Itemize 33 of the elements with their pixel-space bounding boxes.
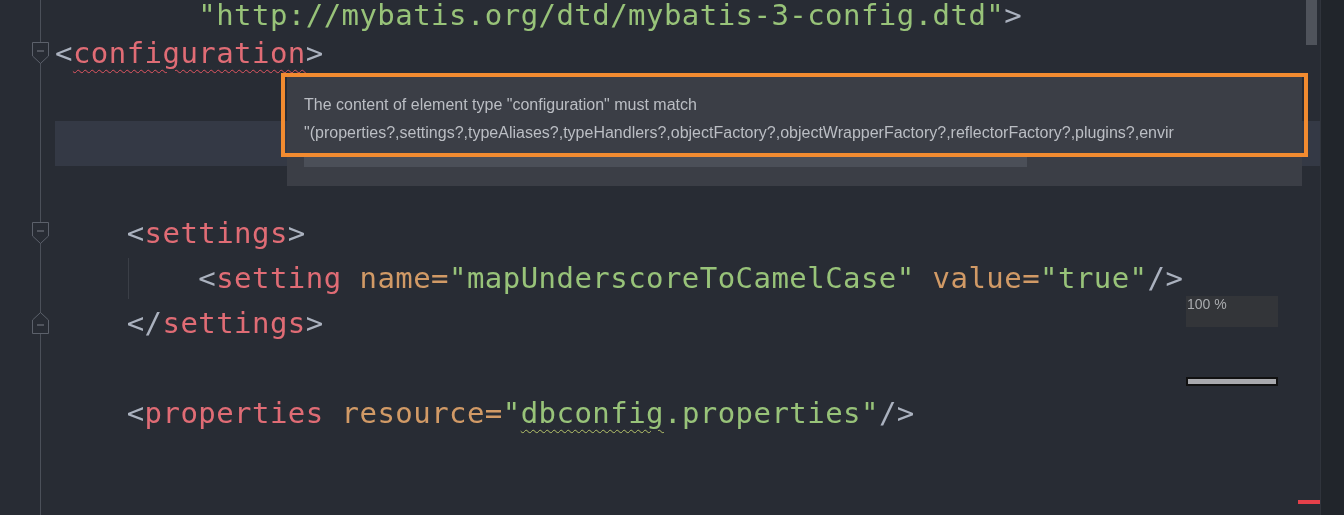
string-literal: .properties" [664,397,879,430]
code-punctuation: < [125,397,145,430]
code-punctuation: < [125,217,145,250]
fold-icon[interactable] [32,42,49,64]
string-literal: " [502,397,521,430]
string-literal: "true" [1040,262,1148,295]
string-literal: "mapUnderscoreToCamelCase" [449,262,915,295]
string-literal: "http://mybatis.org/dtd/mybatis-3-config.dtd" [197,0,1005,32]
zoom-label: 100 % [1186,296,1278,327]
code-punctuation: /> [1147,262,1184,295]
tag-name: setting [216,262,342,295]
code-punctuation: > [287,217,306,250]
tag-name: settings [162,307,306,340]
code-punctuation: > [305,37,324,70]
attribute-name: resource= [340,397,503,430]
tag-name: configuration [72,37,306,70]
fold-icon[interactable] [32,222,49,244]
code-punctuation: /> [878,397,915,430]
scrollbar-thumb[interactable] [1306,0,1317,45]
error-marker[interactable] [1298,500,1320,504]
code-punctuation: < [197,262,217,295]
tooltip-text: The content of element type "configuration" must match [304,95,698,115]
code-punctuation: > [305,307,324,340]
fold-icon[interactable] [32,312,49,334]
tag-name: properties [144,397,324,430]
attribute-name: value= [931,262,1041,295]
code-punctuation: < [55,37,73,70]
tooltip-text: "(properties?,settings?,typeAliases?,typeHandlers?,objectFactory?,objectWrapperFactory?,reflectorFactory?,plugins?,envir [304,123,1175,143]
string-literal: dbconfig [520,397,664,430]
code-punctuation: </ [125,307,163,340]
attribute-name: name= [358,262,450,295]
tag-name: settings [144,217,288,250]
code-punctuation: > [1004,0,1023,32]
